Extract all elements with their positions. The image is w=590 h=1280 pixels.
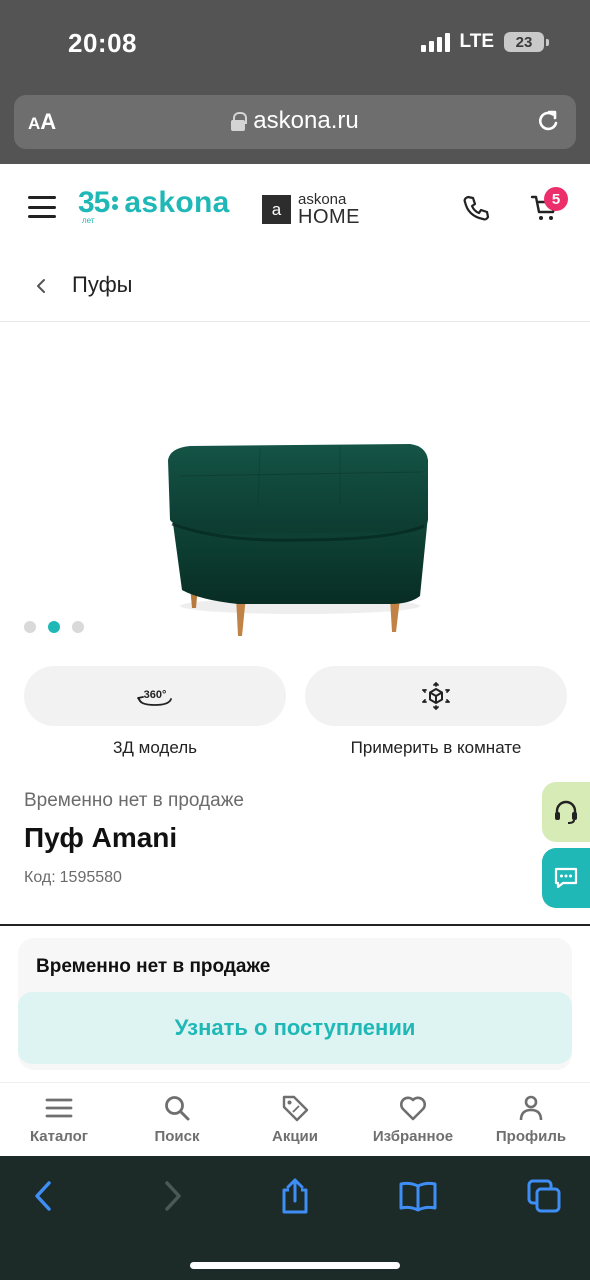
logo-anniversary: 35 лет: [78, 186, 110, 225]
status-indicators: LTE 23: [420, 31, 549, 53]
home-logo-line2: HOME: [298, 206, 360, 228]
product-gallery[interactable]: [0, 322, 590, 650]
nav-catalog[interactable]: Каталог: [0, 1083, 118, 1156]
gallery-dot[interactable]: [48, 621, 60, 633]
url-text: askona.ru: [253, 107, 359, 134]
signal-icon: [420, 32, 450, 52]
ar-try-in-room-button[interactable]: [305, 666, 567, 726]
ar-try-in-room-label[interactable]: Примерить в комнате: [305, 738, 567, 758]
breadcrumb-category-link[interactable]: Пуфы: [72, 272, 132, 298]
gallery-dot[interactable]: [24, 621, 36, 633]
chat-icon: [554, 867, 578, 889]
product-title: Пуф Amani: [24, 822, 178, 853]
askona-home-logo[interactable]: a askona HOME: [262, 192, 360, 227]
search-icon: [165, 1096, 190, 1121]
product-code-label: Код:: [24, 869, 56, 886]
cart-count-badge[interactable]: 5: [544, 187, 568, 211]
nav-catalog-label: Каталог: [29, 1128, 89, 1145]
bookmarks-button[interactable]: [398, 1176, 438, 1216]
reload-icon[interactable]: [534, 108, 562, 136]
gallery-dot[interactable]: [72, 621, 84, 633]
user-icon: [519, 1095, 543, 1121]
availability-status: Временно нет в продаже: [24, 790, 244, 811]
nav-search-label: Поиск: [154, 1128, 200, 1145]
3d-model-button[interactable]: 360°: [24, 666, 286, 726]
nav-favorites-label: Избранное: [372, 1128, 454, 1145]
lock-icon: [231, 112, 248, 131]
share-icon: [282, 1178, 308, 1214]
breadcrumb: Пуфы: [0, 252, 590, 322]
sale-card-status: Временно нет в продаже: [36, 956, 271, 977]
chevron-left-icon: [35, 1181, 51, 1211]
product-code: Код: 1595580: [24, 869, 122, 887]
menu-icon[interactable]: [28, 196, 56, 218]
notify-when-available-button[interactable]: Узнать о поступлении: [18, 992, 572, 1064]
nav-promotions-label: Акции: [271, 1128, 318, 1145]
battery-icon: 23: [504, 32, 549, 52]
address-bar[interactable]: AA askona.ru: [14, 95, 576, 149]
support-widget-button[interactable]: [542, 782, 590, 842]
chat-widget-button[interactable]: [542, 848, 590, 908]
product-code-value: 1595580: [59, 869, 122, 886]
home-logo-line1: askona: [298, 191, 347, 208]
home-indicator[interactable]: [190, 1262, 400, 1269]
browser-back-button[interactable]: [24, 1176, 64, 1216]
product-image[interactable]: [160, 436, 436, 646]
chevron-right-icon: [165, 1181, 181, 1211]
heart-icon: [400, 1096, 426, 1121]
chevron-left-icon[interactable]: [36, 278, 46, 294]
phone-icon[interactable]: [462, 194, 490, 222]
gallery-pagination[interactable]: [24, 621, 84, 633]
tabs-button[interactable]: [524, 1176, 564, 1216]
ar-cube-icon: [422, 682, 450, 710]
site-header: 35 лет askona a askona HOME: [0, 164, 590, 252]
3d-model-label[interactable]: 3Д модель: [24, 738, 286, 758]
section-divider: [0, 924, 590, 926]
askona-logo[interactable]: 35 лет askona: [78, 186, 230, 225]
logo-word: askona: [124, 186, 230, 219]
book-icon: [399, 1181, 437, 1212]
bottom-navigation: Каталог Поиск Акции Избранное Профиль: [0, 1082, 590, 1156]
sticky-purchase-card: Временно нет в продаже Узнать о поступле…: [18, 938, 572, 1070]
nav-profile-label: Профиль: [495, 1128, 567, 1145]
headset-icon: [555, 800, 577, 824]
nav-profile[interactable]: Профиль: [472, 1083, 590, 1156]
url-display[interactable]: askona.ru: [14, 107, 576, 135]
360-badge-text: 360°: [144, 689, 167, 701]
logo-dots: [112, 196, 119, 210]
share-button[interactable]: [275, 1176, 315, 1216]
nav-promotions[interactable]: Акции: [236, 1083, 354, 1156]
nav-search[interactable]: Поиск: [118, 1083, 236, 1156]
browser-forward-button[interactable]: [152, 1176, 192, 1216]
home-logo-mark: a: [262, 195, 291, 224]
menu-icon: [45, 1098, 73, 1118]
nav-favorites[interactable]: Избранное: [354, 1083, 472, 1156]
tabs-icon: [527, 1179, 561, 1213]
ios-status-area: 20:08 LTE 23 AA askona.ru: [0, 0, 590, 164]
network-label: LTE: [459, 31, 494, 52]
status-time: 20:08: [68, 28, 137, 58]
rotate-360-icon: 360°: [137, 689, 172, 706]
tag-icon: [282, 1095, 309, 1122]
